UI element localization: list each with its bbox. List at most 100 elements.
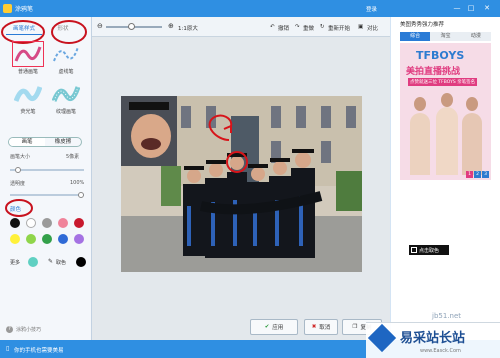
brush-dashed[interactable]: 虚线笔 xyxy=(48,43,84,75)
more-colors-swatch[interactable] xyxy=(28,257,38,267)
opacity-value: 100% xyxy=(70,180,85,186)
title-bar: 涂鸦笔 登录 — □ ✕ xyxy=(0,0,500,17)
ad-pager: 1 2 3 xyxy=(466,171,489,178)
pick-color-tooltip-text: 点击取色 xyxy=(419,247,440,254)
brush-highlighter[interactable]: 荧光笔 xyxy=(10,83,46,115)
reset-icon[interactable]: ↻ xyxy=(320,24,325,30)
cancel-icon: ✖ xyxy=(311,324,317,330)
brush-texture-label: 纹理画笔 xyxy=(55,109,76,115)
close-button[interactable]: ✕ xyxy=(482,3,492,13)
brush-dashed-icon xyxy=(52,43,80,65)
current-color-swatch xyxy=(76,257,86,267)
recommend-title: 美图秀秀强力推荐 xyxy=(400,22,445,28)
brush-highlighter-icon xyxy=(13,83,43,105)
eyedropper-label[interactable]: 取色 xyxy=(56,259,66,266)
undo-button[interactable]: 撤销 xyxy=(278,24,289,32)
ad-page-2[interactable]: 2 xyxy=(474,171,481,178)
color-swatch[interactable] xyxy=(58,218,68,228)
color-swatch[interactable] xyxy=(10,218,20,228)
watermark-site: 易采站长站 xyxy=(400,331,466,346)
login-link[interactable]: 登录 xyxy=(366,5,377,13)
redo-icon[interactable]: ↷ xyxy=(295,24,300,30)
redo-button[interactable]: 重做 xyxy=(303,24,314,32)
opacity-label: 透明度 xyxy=(10,181,26,187)
color-swatch[interactable] xyxy=(74,218,84,228)
brush-normal-label: 普通画笔 xyxy=(17,69,38,75)
size-slider[interactable] xyxy=(10,167,84,173)
zoom-original[interactable]: 1:1原大 xyxy=(178,24,198,32)
brush-texture[interactable]: 纹理画笔 xyxy=(48,83,84,115)
zoom-knob[interactable] xyxy=(128,23,135,30)
compare-icon[interactable]: ▣ xyxy=(358,24,363,30)
undo-icon[interactable]: ↶ xyxy=(270,24,275,30)
brush-dashed-label: 虚线笔 xyxy=(58,69,74,75)
tips-label: 涂鸦小技巧 xyxy=(16,327,42,333)
brush-normal-icon xyxy=(12,41,44,67)
brush-texture-icon xyxy=(51,83,81,105)
help-icon: ? xyxy=(6,326,13,333)
cancel-label: 取消 xyxy=(319,325,331,331)
tips-link[interactable]: ? 涂鸦小技巧 xyxy=(6,326,41,333)
pick-color-tooltip: 点击取色 xyxy=(409,245,449,255)
top-toolbar: ⊖ ⊕ 1:1原大 ↶ 撤销 ↷ 重做 ↻ 重新开始 ▣ 对比 xyxy=(92,17,390,37)
ad-headline: TFBOYS xyxy=(416,49,465,62)
ad-subheadline: 美拍直播挑战 xyxy=(406,67,461,77)
size-slider-knob[interactable] xyxy=(15,167,22,173)
brush-highlighter-label: 荧光笔 xyxy=(20,109,36,115)
ad-caption: 点赞就送三位 TFBOYS 亲笔签名 xyxy=(408,78,478,86)
reset-button[interactable]: 重新开始 xyxy=(328,24,350,32)
left-panel: 画笔样式 形状 普通画笔 虚线笔 荧光笔 纹理画笔 画笔 橡皮擦 画笔大小 5像… xyxy=(0,17,92,340)
color-swatch[interactable] xyxy=(10,234,20,244)
red-annotation-oval xyxy=(5,199,33,217)
right-panel: 美图秀秀强力推荐 综合 淘宝 动漫 TFBOYS 美拍直播挑战 点赞就送三位 T… xyxy=(391,17,500,340)
zoom-slider[interactable] xyxy=(106,23,162,30)
status-text[interactable]: 你的手机也需要美易 xyxy=(14,346,64,354)
apply-button[interactable]: ✔ 应用 xyxy=(250,319,298,335)
watermark: jb51.net 易采站长站 www.Easck.Com xyxy=(366,312,500,358)
phone-icon: ▯ xyxy=(6,345,10,352)
color-swatch[interactable] xyxy=(74,234,84,244)
opacity-slider[interactable] xyxy=(10,192,84,198)
red-annotation-oval xyxy=(51,20,87,44)
brush-tabs: 画笔样式 形状 xyxy=(1,20,88,44)
more-colors-row: 更多 ✎ 取色 xyxy=(10,257,88,267)
ad-page-1[interactable]: 1 xyxy=(466,171,473,178)
color-box-icon xyxy=(411,247,417,253)
more-colors-link[interactable]: 更多 xyxy=(10,259,20,266)
tab-all[interactable]: 综合 xyxy=(400,32,431,41)
app-icon xyxy=(3,4,12,13)
size-value: 5像素 xyxy=(66,154,80,160)
canvas-area: ⊖ ⊕ 1:1原大 ↶ 撤销 ↷ 重做 ↻ 重新开始 ▣ 对比 ✔ 应用 ✖ 取… xyxy=(92,17,390,340)
ad-photo xyxy=(406,89,486,179)
maximize-button[interactable]: □ xyxy=(466,3,476,13)
ad-page-3[interactable]: 3 xyxy=(482,171,489,178)
apply-label: 应用 xyxy=(272,325,284,331)
zoom-in-icon[interactable]: ⊕ xyxy=(168,22,174,30)
tab-anime[interactable]: 动漫 xyxy=(460,32,491,41)
tab-taobao[interactable]: 淘宝 xyxy=(430,32,461,41)
mode-brush[interactable]: 画笔 xyxy=(9,138,45,146)
window-title: 涂鸦笔 xyxy=(15,6,34,13)
zoom-out-icon[interactable]: ⊖ xyxy=(97,22,103,30)
cancel-button[interactable]: ✖ 取消 xyxy=(304,319,338,335)
watermark-url: www.Easck.Com xyxy=(420,348,461,354)
graduation-photo[interactable] xyxy=(121,96,362,272)
minimize-button[interactable]: — xyxy=(452,3,462,13)
compare-button[interactable]: 对比 xyxy=(367,24,378,32)
brush-normal[interactable]: 普通画笔 xyxy=(10,41,46,75)
recommend-tabs: 综合 淘宝 动漫 xyxy=(400,32,491,41)
color-swatch[interactable] xyxy=(26,234,36,244)
color-swatch[interactable] xyxy=(58,234,68,244)
ad-banner[interactable]: TFBOYS 美拍直播挑战 点赞就送三位 TFBOYS 亲笔签名 1 2 3 xyxy=(400,43,491,180)
mode-eraser[interactable]: 橡皮擦 xyxy=(45,138,81,146)
copy-icon: ❐ xyxy=(352,324,358,330)
size-label: 画笔大小 xyxy=(10,154,31,160)
color-swatch[interactable] xyxy=(42,218,52,228)
eyedropper-icon[interactable]: ✎ xyxy=(48,258,53,265)
watermark-logo-icon xyxy=(367,323,397,353)
opacity-slider-knob[interactable] xyxy=(78,192,84,198)
red-annotation-oval xyxy=(1,20,45,44)
check-icon: ✔ xyxy=(264,324,270,330)
color-swatch[interactable] xyxy=(26,218,36,228)
color-swatch[interactable] xyxy=(42,234,52,244)
